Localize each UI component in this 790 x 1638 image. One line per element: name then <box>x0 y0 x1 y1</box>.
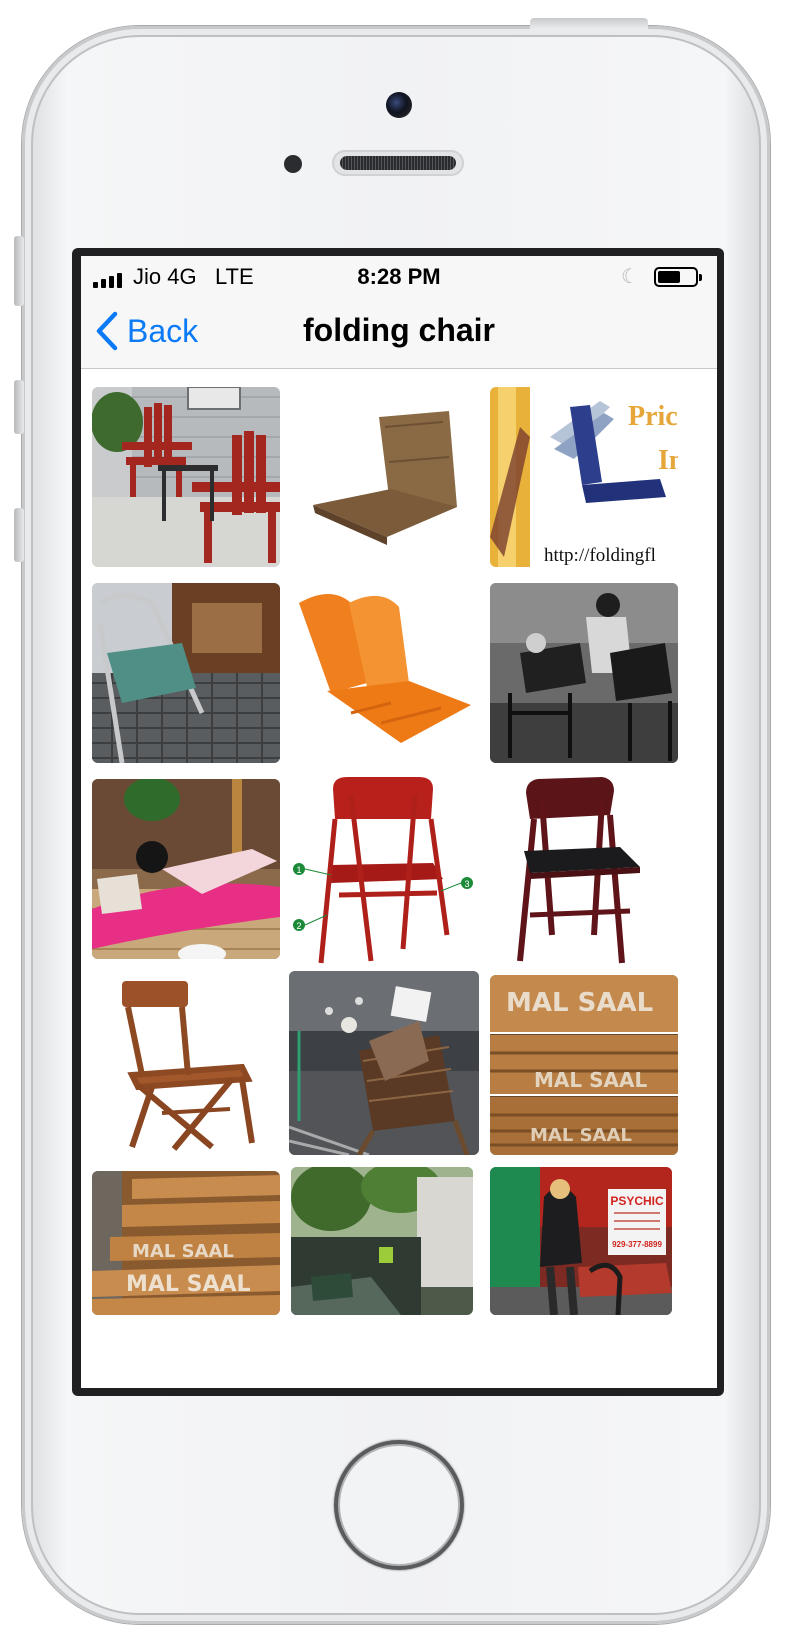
diagram-label-1: 1 <box>296 865 301 875</box>
result-mahogany-folding-chair[interactable] <box>490 775 678 965</box>
mute-switch <box>14 236 24 306</box>
ad-subheading-text: In <box>658 445 678 476</box>
result-garden-patio-chair[interactable] <box>291 1167 473 1315</box>
result-blue-folding-floor-chair-ad[interactable]: Pric In http://foldingfl <box>490 387 678 567</box>
do-not-disturb-icon: ☾ <box>621 266 639 288</box>
result-man-reading-in-deck-chair[interactable] <box>289 971 479 1155</box>
stencil-text: MAL SAAL <box>506 988 653 1018</box>
stencil-text-lower: MAL SAAL <box>534 1068 647 1092</box>
volume-up-button <box>14 380 24 434</box>
diagram-label-2: 2 <box>296 921 301 931</box>
result-orange-floor-chair[interactable] <box>291 583 479 763</box>
result-mal-saal-stacked-chairs[interactable]: MAL SAAL MAL SAAL MAL SAAL <box>490 975 678 1155</box>
home-button[interactable] <box>334 1440 464 1570</box>
volume-down-button <box>14 508 24 562</box>
front-camera <box>386 92 412 118</box>
result-mal-saal-chairs-closeup[interactable]: MAL SAAL MAL SAAL <box>92 1171 280 1315</box>
result-red-adirondack-chairs[interactable] <box>92 387 280 567</box>
earpiece-speaker <box>332 150 464 176</box>
navigation-bar: Back folding chair <box>81 294 717 369</box>
result-black-white-photo-directors-chairs[interactable] <box>490 583 678 763</box>
ad-url-text: http://foldingfl <box>544 545 656 566</box>
result-woman-on-pink-floor-cushion[interactable] <box>92 779 280 959</box>
power-button <box>530 18 648 30</box>
stencil-text-closeup-lower: MAL SAAL <box>126 1272 251 1297</box>
ad-heading-text: Pric <box>628 401 678 432</box>
stencil-text-closeup: MAL SAAL <box>132 1241 234 1262</box>
psychic-sign-phone: 929-377-8899 <box>612 1240 662 1249</box>
result-brown-floor-chair[interactable] <box>291 387 479 567</box>
psychic-sign-title: PSYCHIC <box>610 1194 664 1208</box>
proximity-sensor <box>284 155 302 173</box>
result-red-metal-folding-chair-diagram[interactable]: 1 2 3 <box>291 775 479 965</box>
image-results-grid: Pric In http://foldingfl 1 2 3 MAL SAAL … <box>81 369 717 1388</box>
battery-icon <box>654 267 702 287</box>
result-metal-folding-chair-green-cushion[interactable] <box>92 583 280 763</box>
screen: Jio 4G LTE 8:28 PM ☾ Back folding chair <box>81 256 717 1388</box>
page-title: folding chair <box>303 312 495 348</box>
stencil-text-bottom: MAL SAAL <box>530 1125 632 1146</box>
result-wooden-folding-chair[interactable] <box>92 975 280 1155</box>
result-psychic-reader-street[interactable]: PSYCHIC 929-377-8899 <box>490 1167 672 1315</box>
diagram-label-3: 3 <box>464 879 469 889</box>
status-bar: Jio 4G LTE 8:28 PM ☾ <box>81 256 717 294</box>
